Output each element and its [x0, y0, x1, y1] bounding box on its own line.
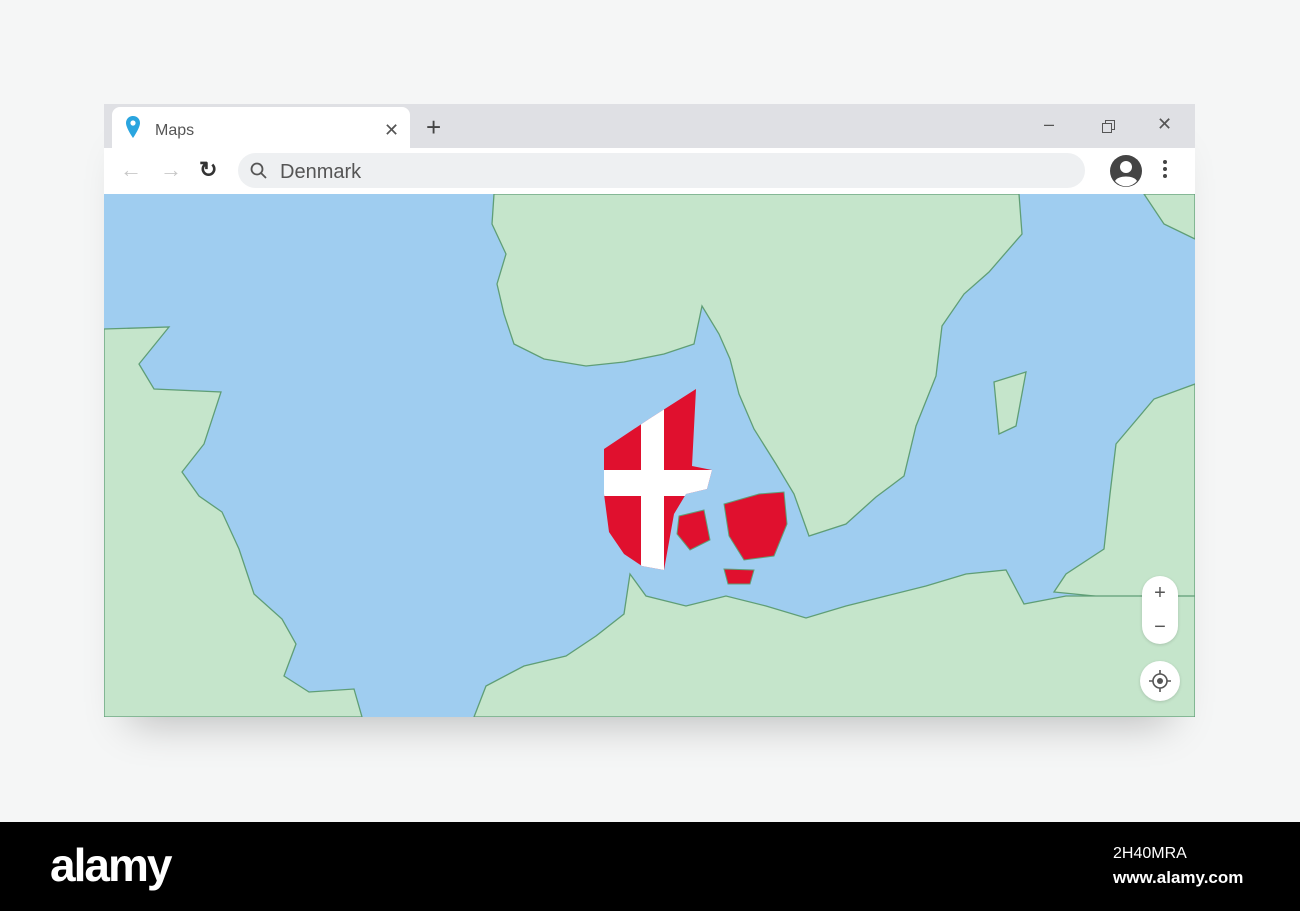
map-pin-icon — [126, 116, 140, 138]
new-tab-button[interactable]: + — [426, 112, 441, 143]
tab-maps[interactable]: Maps ✕ — [112, 107, 410, 148]
minimize-icon[interactable]: – — [1044, 114, 1054, 135]
back-arrow-icon[interactable]: ← — [120, 157, 142, 183]
reload-icon[interactable]: ↻ — [199, 157, 217, 183]
profile-avatar-icon[interactable] — [1109, 154, 1143, 188]
site-url: www.alamy.com — [1113, 868, 1244, 887]
close-window-icon[interactable]: ✕ — [1157, 114, 1172, 135]
more-menu-icon[interactable] — [1162, 159, 1168, 179]
footer-bar: alamy 2H40MRA www.alamy.com — [0, 822, 1300, 911]
zoom-out-button[interactable]: − — [1142, 610, 1178, 644]
tab-bar: Maps ✕ + – ✕ — [104, 104, 1195, 148]
crosshair-icon — [1149, 670, 1171, 692]
image-id: 2H40MRA — [1113, 845, 1187, 862]
restore-icon[interactable] — [1102, 120, 1115, 133]
zoom-in-button[interactable]: + — [1142, 576, 1178, 610]
close-tab-icon[interactable]: ✕ — [384, 120, 399, 141]
my-location-button[interactable] — [1140, 661, 1180, 701]
forward-arrow-icon[interactable]: → — [160, 157, 182, 183]
land-uk — [104, 326, 363, 717]
toolbar: ← → ↻ Denmark — [104, 148, 1195, 194]
land-finland — [1143, 194, 1195, 240]
map-canvas — [104, 194, 1195, 717]
search-input[interactable]: Denmark — [238, 153, 1085, 188]
map-view[interactable]: + − — [104, 194, 1195, 717]
land-gotland — [993, 371, 1027, 435]
tab-title: Maps — [155, 122, 195, 139]
search-icon — [250, 162, 267, 179]
brand-logo: alamy — [50, 839, 172, 891]
land-scandinavia — [491, 194, 1023, 537]
land-baltic-east — [1052, 383, 1195, 607]
zoom-controls: + − — [1142, 576, 1178, 644]
search-query: Denmark — [280, 161, 362, 183]
browser-window: Maps ✕ + – ✕ ← → ↻ Denmark + − — [104, 104, 1195, 717]
